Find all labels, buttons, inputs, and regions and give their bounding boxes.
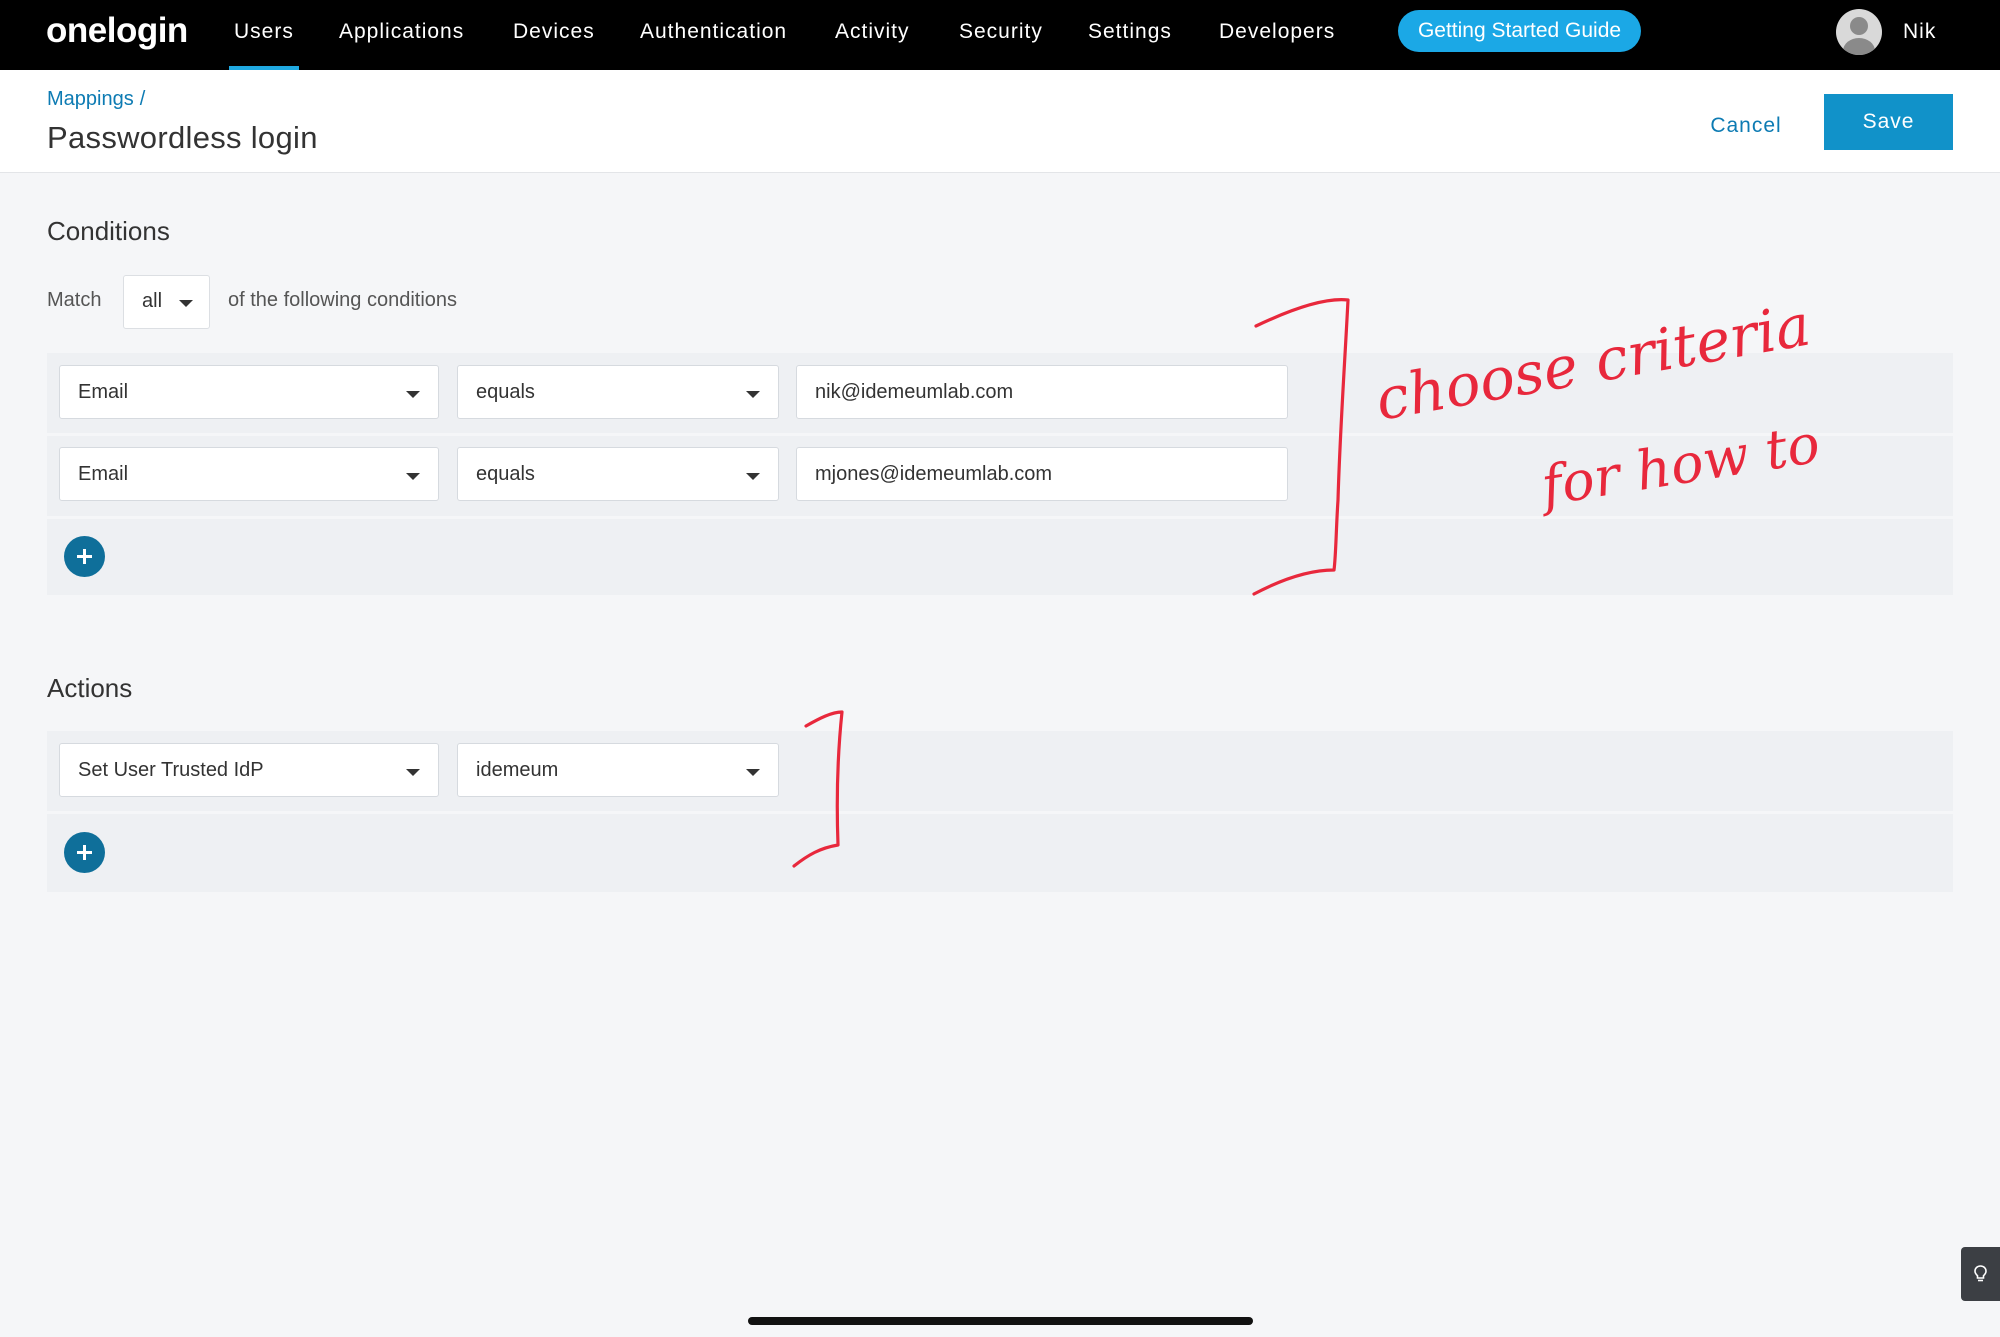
add-action-button[interactable] [64,832,105,873]
nav-item-settings[interactable]: Settings [1088,19,1172,53]
action-type-value: Set User Trusted IdP [78,759,264,781]
condition-value-text: mjones@idemeumlab.com [815,463,1053,485]
action-add-row [47,814,1953,892]
conditions-heading: Conditions [47,216,170,246]
match-select[interactable]: all [123,275,210,329]
condition-field-select[interactable]: Email [59,447,439,501]
cancel-button[interactable]: Cancel [1694,106,1798,146]
condition-field-select[interactable]: Email [59,365,439,419]
chevron-down-icon [406,391,420,398]
condition-add-row [47,519,1953,595]
match-select-value: all [142,290,163,312]
actions-heading: Actions [47,673,133,703]
nav-item-applications[interactable]: Applications [339,19,464,53]
chevron-down-icon [406,473,420,480]
breadcrumb: Mappings / [47,88,145,111]
page-title: Passwordless login [47,120,318,155]
action-value-value: idemeum [476,759,559,781]
handwritten-annotations: choose criteria for how to [792,291,1824,868]
condition-field-value: Email [78,381,129,403]
chevron-down-icon [179,300,193,307]
user-name[interactable]: Nik [1903,19,1936,45]
user-avatar-icon[interactable] [1836,9,1882,55]
match-suffix-label: of the following conditions [228,289,458,311]
action-value-select[interactable]: idemeum [457,743,779,797]
condition-operator-value: equals [476,463,535,485]
chevron-down-icon [746,769,760,776]
page-header: Mappings / Passwordless login Cancel Save [0,70,2000,173]
getting-started-guide-button[interactable]: Getting Started Guide [1398,10,1641,52]
add-condition-button[interactable] [64,536,105,577]
nav-item-authentication[interactable]: Authentication [640,19,787,53]
home-indicator [748,1317,1253,1325]
nav-item-activity[interactable]: Activity [835,19,910,53]
chevron-down-icon [406,769,420,776]
nav-item-developers[interactable]: Developers [1219,19,1335,53]
onelogin-logo[interactable]: onelogin [46,10,188,52]
breadcrumb-link-mappings[interactable]: Mappings [47,88,134,110]
chevron-down-icon [746,391,760,398]
condition-value-input[interactable]: mjones@idemeumlab.com [796,447,1288,501]
chevron-down-icon [746,473,760,480]
condition-operator-select[interactable]: equals [457,365,779,419]
action-type-select[interactable]: Set User Trusted IdP [59,743,439,797]
nav-item-devices[interactable]: Devices [513,19,595,53]
lightbulb-icon [1974,1265,1987,1282]
condition-field-value: Email [78,463,129,485]
condition-operator-select[interactable]: equals [457,447,779,501]
condition-operator-value: equals [476,381,535,403]
save-button[interactable]: Save [1824,94,1953,150]
top-nav-bar: onelogin Users Applications Devices Auth… [0,0,2000,70]
breadcrumb-separator: / [139,88,146,110]
condition-value-text: nik@idemeumlab.com [815,381,1014,403]
nav-item-security[interactable]: Security [959,19,1043,53]
match-label: Match [47,289,102,311]
condition-value-input[interactable]: nik@idemeumlab.com [796,365,1288,419]
help-tab[interactable] [1961,1247,2000,1301]
nav-item-users[interactable]: Users [229,19,299,70]
